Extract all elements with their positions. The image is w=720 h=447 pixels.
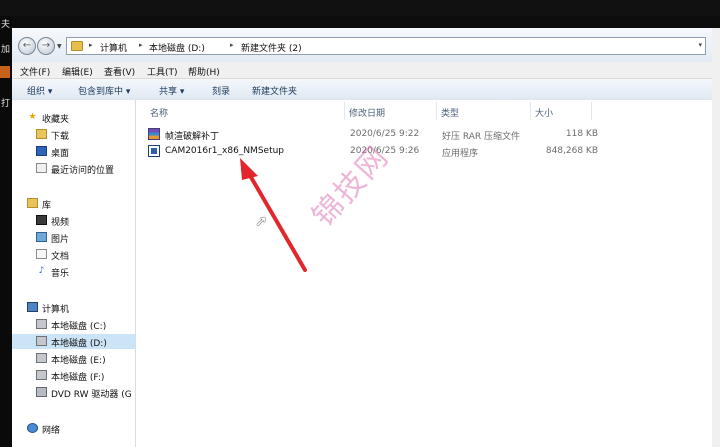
mouse-cursor-icon: ➚ bbox=[255, 212, 268, 230]
red-annotation-arrowhead bbox=[240, 158, 258, 180]
annotation-overlay bbox=[240, 158, 307, 272]
